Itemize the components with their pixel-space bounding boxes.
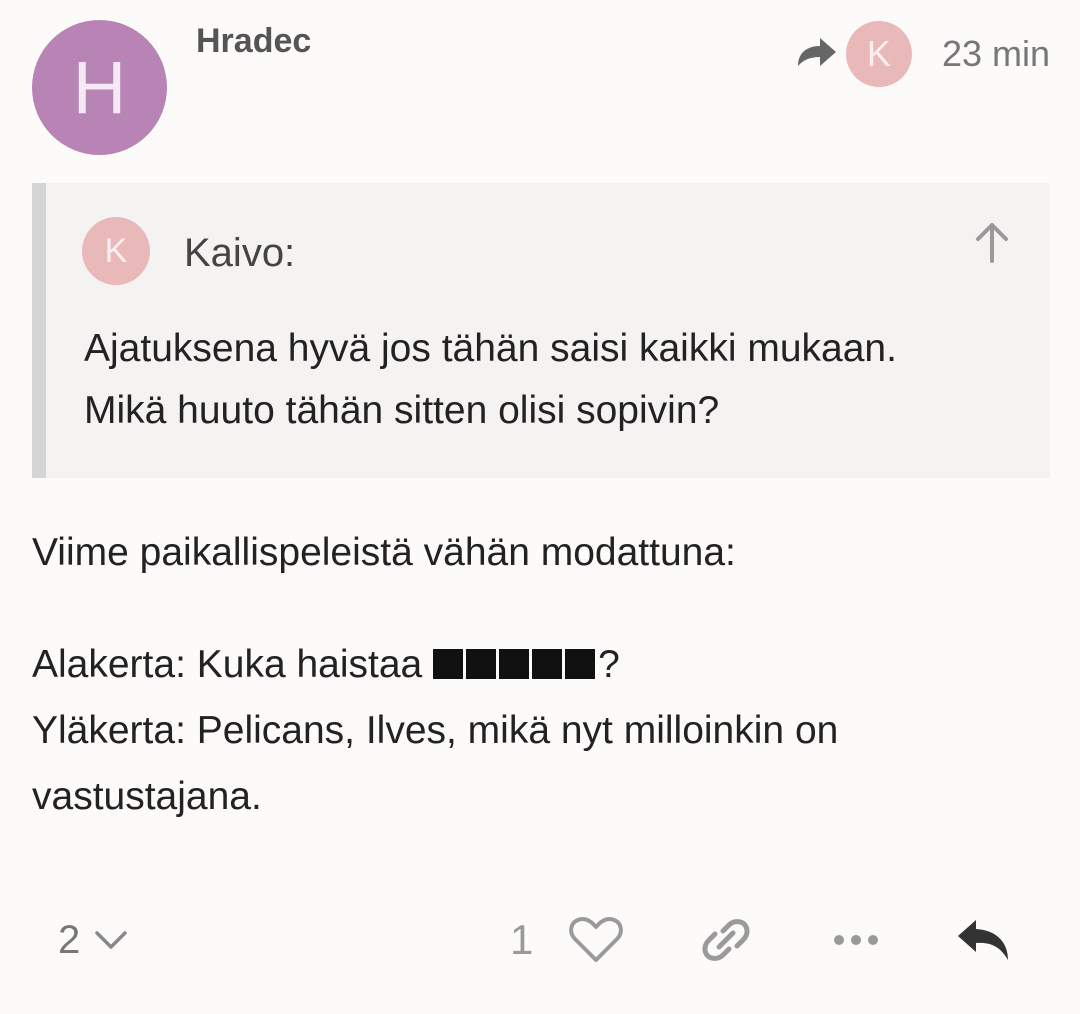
post-actions: 2 1 [0,900,1080,980]
post-timestamp[interactable]: 23 min [942,33,1050,75]
reply-to-avatar-initial: K [866,33,891,74]
reply-to-avatar[interactable]: K [845,21,912,87]
body-line: Yläkerta: Pelicans, Ilves, mikä nyt mill… [32,709,839,752]
show-replies-button[interactable]: 2 [58,914,128,966]
body-line-suffix: ? [598,643,620,686]
body-line-prefix: Alakerta: Kuka haistaa [32,643,434,686]
post-meta: K 23 min [794,20,1050,88]
redacted-block [433,649,464,679]
author-name[interactable]: Hradec [196,22,311,61]
reply-count: 2 [58,917,81,962]
redacted-block [466,649,497,679]
quote-block: K Kaivo: Ajatuksena hyvä jos tähän saisi… [32,183,1050,478]
quote-line: Ajatuksena hyvä jos tähän saisi kaikki m… [84,327,897,370]
quote-text: Ajatuksena hyvä jos tähän saisi kaikki m… [84,318,1044,442]
body-line: vastustajana. [32,775,262,818]
heart-icon [569,916,623,962]
quote-author-avatar[interactable]: K [82,217,150,285]
redacted-block [565,649,596,679]
redacted-block [499,649,530,679]
body-intro: Viime paikallispeleistä vähän modattuna: [32,531,736,574]
redacted-text [433,643,598,686]
more-options-button[interactable] [826,910,886,970]
quote-line: Mikä huuto tähän sitten olisi sopivin? [84,389,720,432]
author-avatar-initial: H [72,46,127,129]
like-button[interactable] [566,910,626,970]
quote-author-name: Kaivo: [184,231,296,275]
more-icon [834,935,878,945]
author-avatar[interactable]: H [32,20,167,155]
quote-author-avatar-initial: K [104,232,128,270]
like-count[interactable]: 1 [510,914,533,966]
chevron-down-icon [95,931,127,949]
post: H Hradec K 23 min K Kaivo: Ajatuksena hy… [0,0,1080,1014]
arrow-up-icon[interactable] [972,221,1012,265]
link-icon [702,919,750,961]
body-line: Alakerta: Kuka haistaa ? [32,632,1052,698]
reply-to-arrow-icon [797,38,836,66]
copy-link-button[interactable] [696,910,756,970]
post-body: Viime paikallispeleistä vähän modattuna:… [32,520,1052,830]
reply-icon [958,920,1008,960]
reply-button[interactable] [954,910,1014,970]
redacted-block [532,649,563,679]
